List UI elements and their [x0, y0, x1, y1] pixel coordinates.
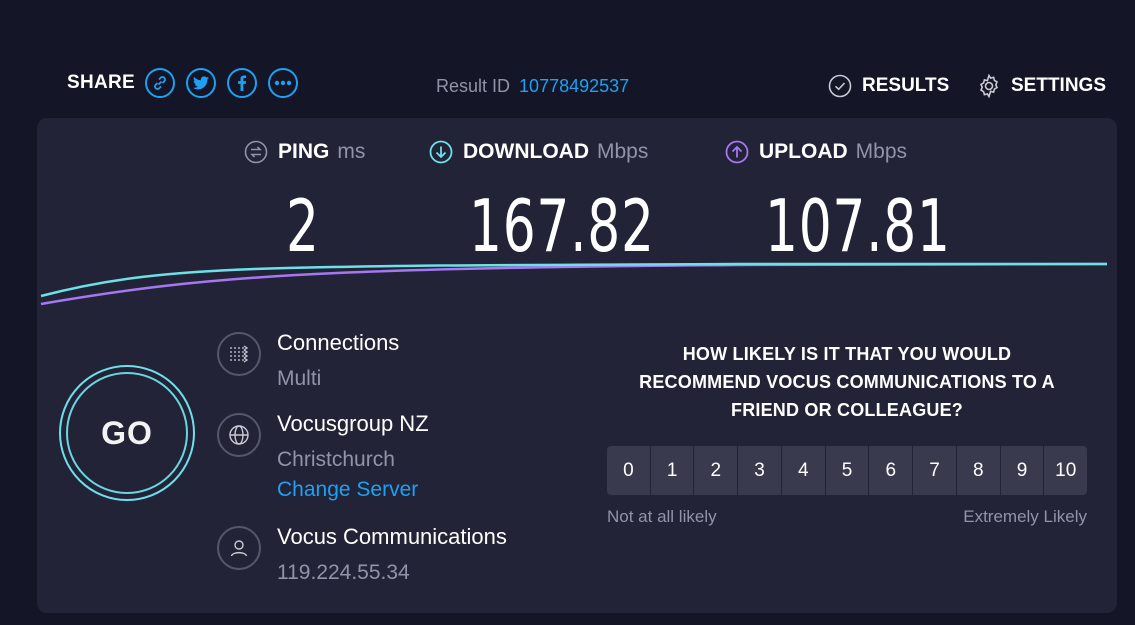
settings-button[interactable]: SETTINGS: [977, 74, 1106, 98]
rating-0-button[interactable]: 0: [607, 446, 650, 495]
rating-6-button[interactable]: 6: [869, 446, 913, 495]
user-icon-wrap: [217, 526, 261, 570]
rating-2-button[interactable]: 2: [694, 446, 738, 495]
rating-8-button[interactable]: 8: [956, 446, 1000, 495]
isp-name: Vocus Communications: [277, 524, 507, 549]
twitter-icon: [193, 76, 210, 90]
share-twitter-button[interactable]: [186, 68, 217, 98]
result-id-link[interactable]: 10778492537: [519, 76, 629, 96]
download-label: DOWNLOAD: [463, 140, 589, 163]
results-button[interactable]: RESULTS: [828, 74, 949, 98]
rating-5-button[interactable]: 5: [825, 446, 869, 495]
share-more-button[interactable]: [268, 68, 299, 98]
connections-row: Connections Multi: [217, 328, 399, 394]
rating-1-button[interactable]: 1: [650, 446, 694, 495]
user-icon: [230, 540, 248, 557]
upload-line: [40, 262, 1108, 306]
rating-3-button[interactable]: 3: [738, 446, 781, 495]
share-section: SHARE: [67, 68, 309, 98]
rating-4-button[interactable]: 4: [781, 446, 825, 495]
isp-row: Vocus Communications 119.224.55.34: [217, 522, 507, 588]
speed-graph: [40, 262, 1108, 306]
download-arrow-icon: [429, 140, 453, 164]
upload-unit: Mbps: [855, 140, 908, 163]
server-row: Vocusgroup NZ Christchurch Change Server: [217, 409, 429, 505]
download-metric: DOWNLOAD Mbps 167.82: [429, 140, 654, 268]
upload-metric: UPLOAD Mbps 107.81: [725, 140, 950, 268]
settings-label: SETTINGS: [1011, 75, 1107, 96]
gear-icon: [979, 74, 999, 98]
download-unit: Mbps: [596, 140, 649, 163]
connections-value: Multi: [277, 367, 322, 390]
result-id-label: Result ID: [436, 76, 511, 96]
connections-icon-wrap: [217, 332, 261, 376]
survey-question: HOW LIKELY IS IT THAT YOU WOULD RECOMMEN…: [607, 340, 1087, 424]
rating-7-button[interactable]: 7: [913, 446, 956, 495]
ping-unit: ms: [337, 140, 366, 163]
results-label: RESULTS: [862, 75, 950, 96]
go-label: GO: [66, 372, 188, 494]
link-icon: [154, 76, 166, 90]
ping-label: PING: [278, 140, 330, 163]
scale-high-label: Extremely Likely: [963, 507, 1087, 526]
share-link-button[interactable]: [145, 68, 176, 98]
server-location: Christchurch: [277, 448, 395, 471]
globe-icon: [229, 425, 249, 445]
result-id-section: Result ID 10778492537: [436, 76, 629, 97]
rating-scale: 0 1 2 3 4 5 6 7 8 9 10: [607, 446, 1088, 495]
facebook-icon: [238, 75, 247, 91]
upload-label: UPLOAD: [759, 140, 848, 163]
share-label: SHARE: [67, 72, 136, 93]
scale-low-label: Not at all likely: [607, 507, 717, 526]
survey-question-line: FRIEND OR COLLEAGUE?: [731, 400, 963, 420]
isp-ip: 119.224.55.34: [277, 561, 410, 584]
results-panel: PING ms 2 DOWNLOAD Mbps 167.82 UPLOAD Mb…: [37, 118, 1117, 613]
survey-question-line: RECOMMEND VOCUS COMMUNICATIONS TO A: [639, 372, 1055, 392]
ping-metric: PING ms 2: [244, 140, 366, 268]
top-bar: SHARE Result ID 10778492537 RESULTS SETT…: [0, 60, 1135, 110]
survey-question-line: HOW LIKELY IS IT THAT YOU WOULD: [682, 344, 1012, 364]
scale-labels: Not at all likely Extremely Likely: [607, 507, 1087, 527]
more-icon: [274, 80, 292, 86]
server-name: Vocusgroup NZ: [277, 411, 429, 436]
connections-title: Connections: [277, 330, 400, 355]
rating-9-button[interactable]: 9: [1000, 446, 1044, 495]
recommend-survey: HOW LIKELY IS IT THAT YOU WOULD RECOMMEN…: [607, 340, 1088, 527]
change-server-link[interactable]: Change Server: [277, 475, 429, 505]
upload-arrow-icon: [725, 140, 749, 164]
globe-icon-wrap: [217, 413, 261, 457]
share-facebook-button[interactable]: [227, 68, 258, 98]
connections-icon: [230, 345, 249, 363]
check-circle-icon: [828, 74, 852, 98]
download-line: [40, 262, 1107, 298]
go-button[interactable]: GO: [59, 365, 195, 501]
rating-10-button[interactable]: 10: [1044, 446, 1088, 495]
ping-icon: [244, 140, 268, 164]
